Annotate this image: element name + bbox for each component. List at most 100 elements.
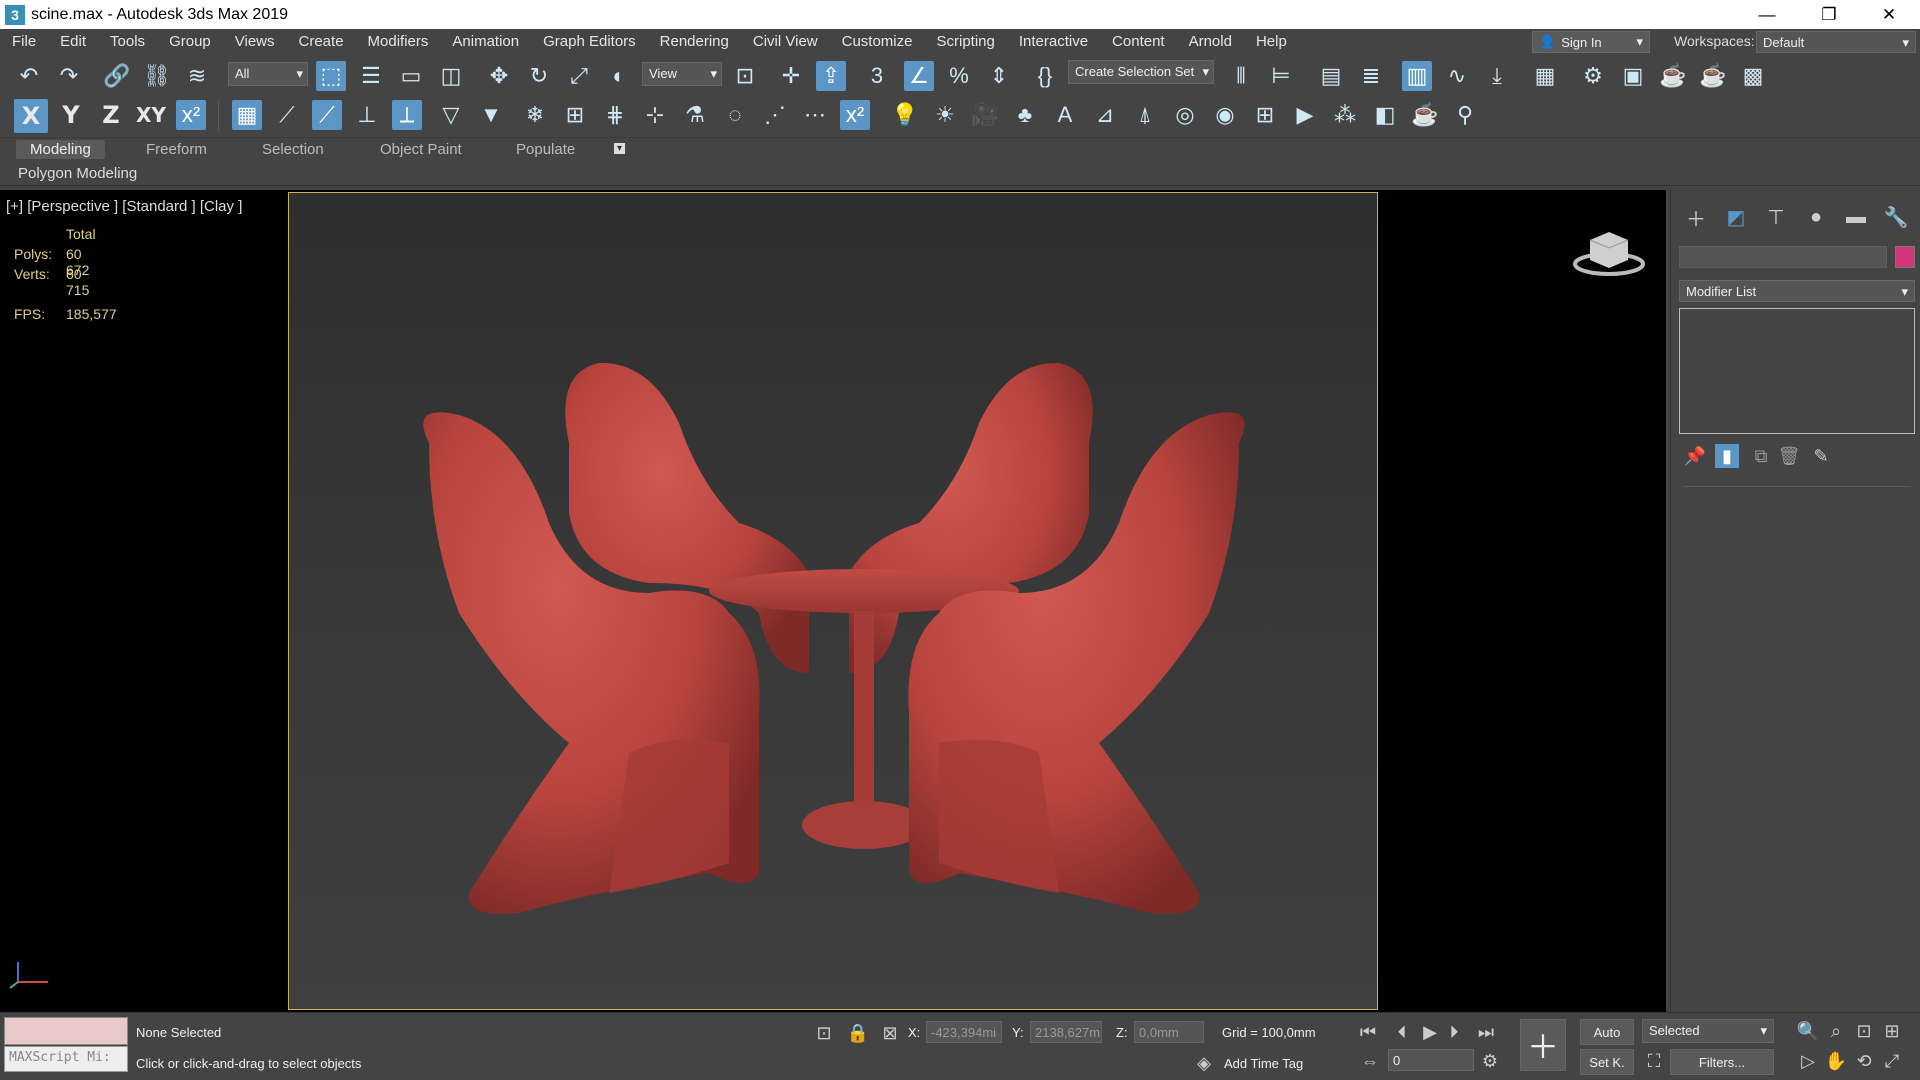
modifier-list-dropdown[interactable]: Modifier List ▾: [1679, 280, 1915, 302]
hierarchy-panel-icon[interactable]: ⊤: [1763, 204, 1789, 230]
modifier-stack[interactable]: [1679, 308, 1915, 434]
snap-toggle-icon[interactable]: x²: [840, 100, 870, 130]
rotate-icon[interactable]: ↻: [524, 61, 554, 91]
menu-create[interactable]: Create: [287, 33, 356, 50]
menu-civil-view[interactable]: Civil View: [741, 33, 830, 50]
rect-selection-icon[interactable]: ▭: [396, 61, 426, 91]
render-iterative-icon[interactable]: ☕: [1698, 61, 1728, 91]
menu-modifiers[interactable]: Modifiers: [356, 33, 441, 50]
maximize-viewport-icon[interactable]: ⤢: [1880, 1049, 1904, 1073]
selection-set-dropdown[interactable]: Create Selection Set ▾: [1068, 60, 1214, 84]
minimize-icon[interactable]: —: [1744, 0, 1790, 29]
tab-freeform[interactable]: Freeform: [146, 141, 207, 158]
link-icon[interactable]: 🔗: [102, 61, 132, 91]
select-by-name-icon[interactable]: ☰: [356, 61, 386, 91]
video-post-icon[interactable]: ▶: [1290, 100, 1320, 130]
teapot-icon[interactable]: ☕: [1410, 100, 1440, 130]
align-icon[interactable]: ⊨: [1266, 61, 1296, 91]
auto-key-button[interactable]: Auto: [1580, 1019, 1634, 1045]
key-filter-dropdown[interactable]: Selected ▾: [1642, 1019, 1774, 1043]
axis-z-button[interactable]: Z: [96, 100, 126, 130]
object-name-field[interactable]: [1679, 246, 1887, 268]
sunlight-icon[interactable]: ☀: [930, 100, 960, 130]
utilities-panel-icon[interactable]: 🔧: [1883, 204, 1909, 230]
maxscript-mini-listener[interactable]: MAXScript Mi:: [4, 1046, 128, 1072]
render-gallery-icon[interactable]: ▩: [1738, 61, 1768, 91]
snaps-toggle-icon[interactable]: 3: [862, 61, 892, 91]
display-panel-icon[interactable]: ▬: [1843, 204, 1869, 230]
menu-animation[interactable]: Animation: [440, 33, 531, 50]
torus-icon[interactable]: ◎: [1170, 100, 1200, 130]
snap-endpoint-icon[interactable]: ⟋: [312, 100, 342, 130]
orbit-icon[interactable]: ⟲: [1852, 1049, 1876, 1073]
close-icon[interactable]: ✕: [1866, 0, 1912, 29]
time-config-icon[interactable]: ⚙: [1478, 1049, 1502, 1073]
viewport-label[interactable]: [+] [Perspective ] [Standard ] [Clay ]: [6, 198, 242, 215]
x-coordinate-field[interactable]: -423,394mi: [926, 1021, 1002, 1043]
schematic-view-icon[interactable]: ⤓: [1482, 61, 1512, 91]
material-editor-icon[interactable]: ▦: [1530, 61, 1560, 91]
current-frame-field[interactable]: 0: [1388, 1049, 1474, 1071]
goto-end-icon[interactable]: ⏭: [1474, 1020, 1498, 1044]
perspective-viewport[interactable]: [288, 192, 1378, 1010]
app-icon[interactable]: 3: [5, 4, 25, 25]
text-icon[interactable]: A: [1050, 100, 1080, 130]
show-end-result-icon[interactable]: ▮: [1715, 444, 1739, 468]
field-of-view-icon[interactable]: ▷: [1796, 1049, 1820, 1073]
y-coordinate-field[interactable]: 2138,627m: [1030, 1021, 1102, 1043]
tree-icon[interactable]: ⍋: [1130, 100, 1160, 130]
snap-face-icon[interactable]: ▽: [436, 100, 466, 130]
tab-object-paint[interactable]: Object Paint: [380, 141, 462, 158]
menu-rendering[interactable]: Rendering: [648, 33, 741, 50]
menu-file[interactable]: File: [0, 33, 48, 50]
snap-point-icon[interactable]: ⋰: [760, 100, 790, 130]
pivot-center-icon[interactable]: ⊡: [730, 61, 760, 91]
menu-tools[interactable]: Tools: [98, 33, 157, 50]
axis-constraint-icon[interactable]: x²: [176, 100, 206, 130]
remove-modifier-icon[interactable]: 🗑: [1777, 444, 1801, 468]
snap-options-icon[interactable]: ⚗: [680, 100, 710, 130]
key-mode-icon[interactable]: ⇔: [1358, 1049, 1382, 1073]
angle-snap-icon[interactable]: ∠: [904, 61, 934, 91]
selection-filter-dropdown[interactable]: All ▾: [228, 62, 308, 86]
next-frame-icon[interactable]: ⏵: [1442, 1020, 1466, 1044]
menu-content[interactable]: Content: [1100, 33, 1177, 50]
snap-tangent-icon[interactable]: ⊹: [640, 100, 670, 130]
curve-editor-icon[interactable]: ∿: [1442, 61, 1472, 91]
helper-icon[interactable]: ⊞: [1250, 100, 1280, 130]
object-color-swatch[interactable]: [1895, 246, 1915, 268]
light-icon[interactable]: 💡: [890, 100, 920, 130]
pin-stack-icon[interactable]: 📌: [1683, 444, 1707, 468]
snap-edge-icon[interactable]: ⟂: [392, 100, 422, 130]
menu-graph-editors[interactable]: Graph Editors: [531, 33, 648, 50]
box-icon[interactable]: ◧: [1370, 100, 1400, 130]
menu-customize[interactable]: Customize: [830, 33, 925, 50]
z-coordinate-field[interactable]: 0,0mm: [1134, 1021, 1204, 1043]
move-icon[interactable]: ✥: [484, 61, 514, 91]
key-mode-toggle-icon[interactable]: ⛶: [1642, 1049, 1666, 1073]
scene-explorer-icon[interactable]: ▤: [1316, 61, 1346, 91]
menu-help[interactable]: Help: [1244, 33, 1299, 50]
snap-bbox-icon[interactable]: ⊞: [560, 100, 590, 130]
layer-explorer-icon[interactable]: ≣: [1356, 61, 1386, 91]
snap-center-icon[interactable]: ◌: [720, 100, 750, 130]
time-tag-icon[interactable]: ◈: [1192, 1051, 1216, 1075]
named-selection-icon[interactable]: {}: [1030, 61, 1060, 91]
tab-populate[interactable]: Populate: [516, 141, 575, 158]
rendered-frame-window-icon[interactable]: ▣: [1618, 61, 1648, 91]
workspace-dropdown[interactable]: Default ▾: [1756, 31, 1916, 53]
polygon-modeling-panel[interactable]: Polygon Modeling: [18, 165, 137, 182]
maxscript-listener[interactable]: [4, 1017, 128, 1045]
snap-track-icon[interactable]: ⋯: [800, 100, 830, 130]
zoom-all-icon[interactable]: ⌕: [1824, 1019, 1848, 1043]
goto-start-icon[interactable]: ⏮: [1356, 1020, 1380, 1044]
create-panel-icon[interactable]: ＋: [1683, 204, 1709, 231]
foliage-icon[interactable]: ♣: [1010, 100, 1040, 130]
snap-perp-icon[interactable]: ⋕: [600, 100, 630, 130]
tab-selection[interactable]: Selection: [262, 141, 324, 158]
menu-interactive[interactable]: Interactive: [1007, 33, 1100, 50]
absolute-mode-icon[interactable]: ⊠: [878, 1021, 902, 1045]
axis-x-button[interactable]: X: [14, 99, 48, 133]
unlink-icon[interactable]: ⛓: [142, 61, 172, 91]
redo-icon[interactable]: ↷: [54, 61, 84, 91]
